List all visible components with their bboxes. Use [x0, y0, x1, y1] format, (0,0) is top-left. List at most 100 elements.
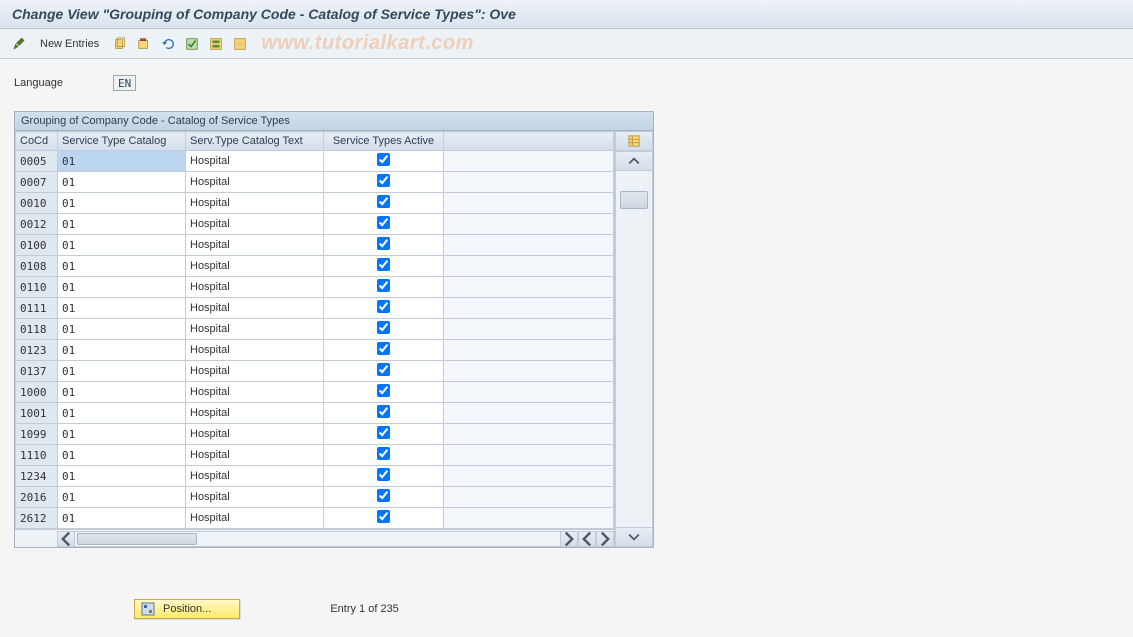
cell-cocd[interactable]: 0137 — [16, 361, 58, 382]
active-checkbox[interactable] — [377, 426, 390, 439]
cell-catalog[interactable]: 01 — [58, 298, 186, 319]
active-checkbox[interactable] — [377, 363, 390, 376]
scroll-right-icon[interactable] — [560, 531, 578, 547]
cell-active[interactable] — [324, 298, 444, 319]
cell-active[interactable] — [324, 214, 444, 235]
cell-active[interactable] — [324, 235, 444, 256]
cell-active[interactable] — [324, 382, 444, 403]
scroll-up-icon[interactable] — [615, 151, 653, 171]
active-checkbox[interactable] — [377, 195, 390, 208]
table-row[interactable]: 261201Hospital — [16, 508, 614, 529]
cell-cocd[interactable]: 0123 — [16, 340, 58, 361]
cell-cocd[interactable]: 2016 — [16, 487, 58, 508]
cell-text[interactable]: Hospital — [186, 361, 324, 382]
cell-cocd[interactable]: 0118 — [16, 319, 58, 340]
cell-active[interactable] — [324, 466, 444, 487]
cell-catalog[interactable]: 01 — [58, 151, 186, 172]
cell-active[interactable] — [324, 256, 444, 277]
cell-text[interactable]: Hospital — [186, 424, 324, 445]
h-scroll-thumb[interactable] — [77, 533, 197, 545]
cell-catalog[interactable]: 01 — [58, 193, 186, 214]
col-active[interactable]: Service Types Active — [324, 132, 444, 151]
deselect-all-icon[interactable] — [231, 35, 249, 53]
active-checkbox[interactable] — [377, 321, 390, 334]
new-entries-button[interactable]: New Entries — [34, 36, 105, 52]
v-scroll-thumb[interactable] — [620, 191, 648, 209]
cell-text[interactable]: Hospital — [186, 466, 324, 487]
cell-active[interactable] — [324, 193, 444, 214]
table-settings-icon[interactable] — [615, 131, 653, 151]
active-checkbox[interactable] — [377, 300, 390, 313]
cell-text[interactable]: Hospital — [186, 277, 324, 298]
active-checkbox[interactable] — [377, 342, 390, 355]
cell-cocd[interactable]: 0111 — [16, 298, 58, 319]
table-row[interactable]: 010801Hospital — [16, 256, 614, 277]
active-checkbox[interactable] — [377, 258, 390, 271]
table-row[interactable]: 000701Hospital — [16, 172, 614, 193]
cell-cocd[interactable]: 0100 — [16, 235, 58, 256]
col-text[interactable]: Serv.Type Catalog Text — [186, 132, 324, 151]
active-checkbox[interactable] — [377, 447, 390, 460]
active-checkbox[interactable] — [377, 216, 390, 229]
active-checkbox[interactable] — [377, 384, 390, 397]
cell-cocd[interactable]: 0005 — [16, 151, 58, 172]
active-checkbox[interactable] — [377, 510, 390, 523]
cell-cocd[interactable]: 2612 — [16, 508, 58, 529]
undo-icon[interactable] — [159, 35, 177, 53]
position-button[interactable]: Position... — [134, 599, 240, 619]
cell-cocd[interactable]: 0007 — [16, 172, 58, 193]
select-all-icon[interactable] — [183, 35, 201, 53]
cell-catalog[interactable]: 01 — [58, 256, 186, 277]
table-row[interactable]: 012301Hospital — [16, 340, 614, 361]
cell-text[interactable]: Hospital — [186, 508, 324, 529]
cell-catalog[interactable]: 01 — [58, 235, 186, 256]
cell-active[interactable] — [324, 361, 444, 382]
cell-active[interactable] — [324, 277, 444, 298]
col-cocd[interactable]: CoCd — [16, 132, 58, 151]
cell-catalog[interactable]: 01 — [58, 508, 186, 529]
table-row[interactable]: 000501Hospital — [16, 151, 614, 172]
table-row[interactable]: 013701Hospital — [16, 361, 614, 382]
cell-catalog[interactable]: 01 — [58, 424, 186, 445]
cell-catalog[interactable]: 01 — [58, 172, 186, 193]
cell-text[interactable]: Hospital — [186, 193, 324, 214]
cell-cocd[interactable]: 1001 — [16, 403, 58, 424]
cell-active[interactable] — [324, 508, 444, 529]
delete-icon[interactable] — [135, 35, 153, 53]
active-checkbox[interactable] — [377, 405, 390, 418]
cell-text[interactable]: Hospital — [186, 382, 324, 403]
active-checkbox[interactable] — [377, 237, 390, 250]
cell-active[interactable] — [324, 403, 444, 424]
scroll-left2-icon[interactable] — [578, 531, 596, 547]
active-checkbox[interactable] — [377, 174, 390, 187]
table-row[interactable]: 010001Hospital — [16, 235, 614, 256]
cell-catalog[interactable]: 01 — [58, 487, 186, 508]
cell-catalog[interactable]: 01 — [58, 214, 186, 235]
cell-text[interactable]: Hospital — [186, 487, 324, 508]
active-checkbox[interactable] — [377, 153, 390, 166]
scroll-left-icon[interactable] — [57, 531, 75, 547]
cell-catalog[interactable]: 01 — [58, 277, 186, 298]
cell-catalog[interactable]: 01 — [58, 382, 186, 403]
cell-text[interactable]: Hospital — [186, 298, 324, 319]
active-checkbox[interactable] — [377, 489, 390, 502]
cell-active[interactable] — [324, 151, 444, 172]
cell-active[interactable] — [324, 445, 444, 466]
table-row[interactable]: 011001Hospital — [16, 277, 614, 298]
table-row[interactable]: 111001Hospital — [16, 445, 614, 466]
cell-cocd[interactable]: 1000 — [16, 382, 58, 403]
cell-catalog[interactable]: 01 — [58, 340, 186, 361]
cell-text[interactable]: Hospital — [186, 319, 324, 340]
cell-text[interactable]: Hospital — [186, 340, 324, 361]
cell-active[interactable] — [324, 487, 444, 508]
table-row[interactable]: 100101Hospital — [16, 403, 614, 424]
select-block-icon[interactable] — [207, 35, 225, 53]
cell-catalog[interactable]: 01 — [58, 319, 186, 340]
cell-catalog[interactable]: 01 — [58, 445, 186, 466]
cell-cocd[interactable]: 0012 — [16, 214, 58, 235]
table-row[interactable]: 011801Hospital — [16, 319, 614, 340]
cell-cocd[interactable]: 0108 — [16, 256, 58, 277]
active-checkbox[interactable] — [377, 468, 390, 481]
vertical-scrollbar[interactable] — [615, 171, 653, 527]
display-change-icon[interactable] — [10, 35, 28, 53]
